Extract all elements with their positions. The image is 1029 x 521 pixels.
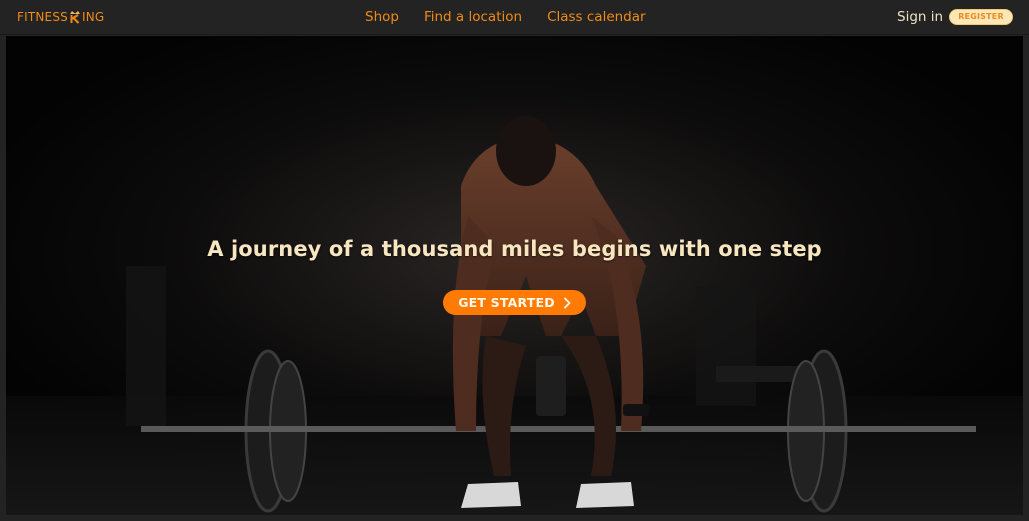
hero-headline: A journey of a thousand miles begins wit…: [207, 237, 822, 261]
page-bottom-strip: [0, 515, 1029, 521]
register-button[interactable]: REGISTER: [949, 9, 1013, 25]
crown-k-icon: [69, 10, 81, 24]
nav-find-location-link[interactable]: Find a location: [424, 7, 522, 27]
logo-text-left: FITNESS: [17, 10, 68, 24]
logo-text-right: ING: [81, 10, 105, 24]
athlete-deadlift-photo: [6, 36, 1023, 515]
nav-shop-link[interactable]: Shop: [365, 7, 399, 27]
chevron-right-icon: [563, 296, 571, 309]
get-started-button[interactable]: GET STARTED: [443, 290, 586, 315]
nav-class-calendar-link[interactable]: Class calendar: [547, 7, 646, 27]
brand-logo[interactable]: FITNESS ING: [17, 9, 104, 25]
main-nav: Shop Find a location Class calendar: [365, 7, 646, 27]
hero-section: A journey of a thousand miles begins wit…: [6, 36, 1023, 515]
get-started-label: GET STARTED: [458, 295, 555, 310]
sign-in-link[interactable]: Sign in: [897, 7, 943, 27]
top-navigation-bar: FITNESS ING Shop Find a location Class c…: [0, 0, 1029, 35]
